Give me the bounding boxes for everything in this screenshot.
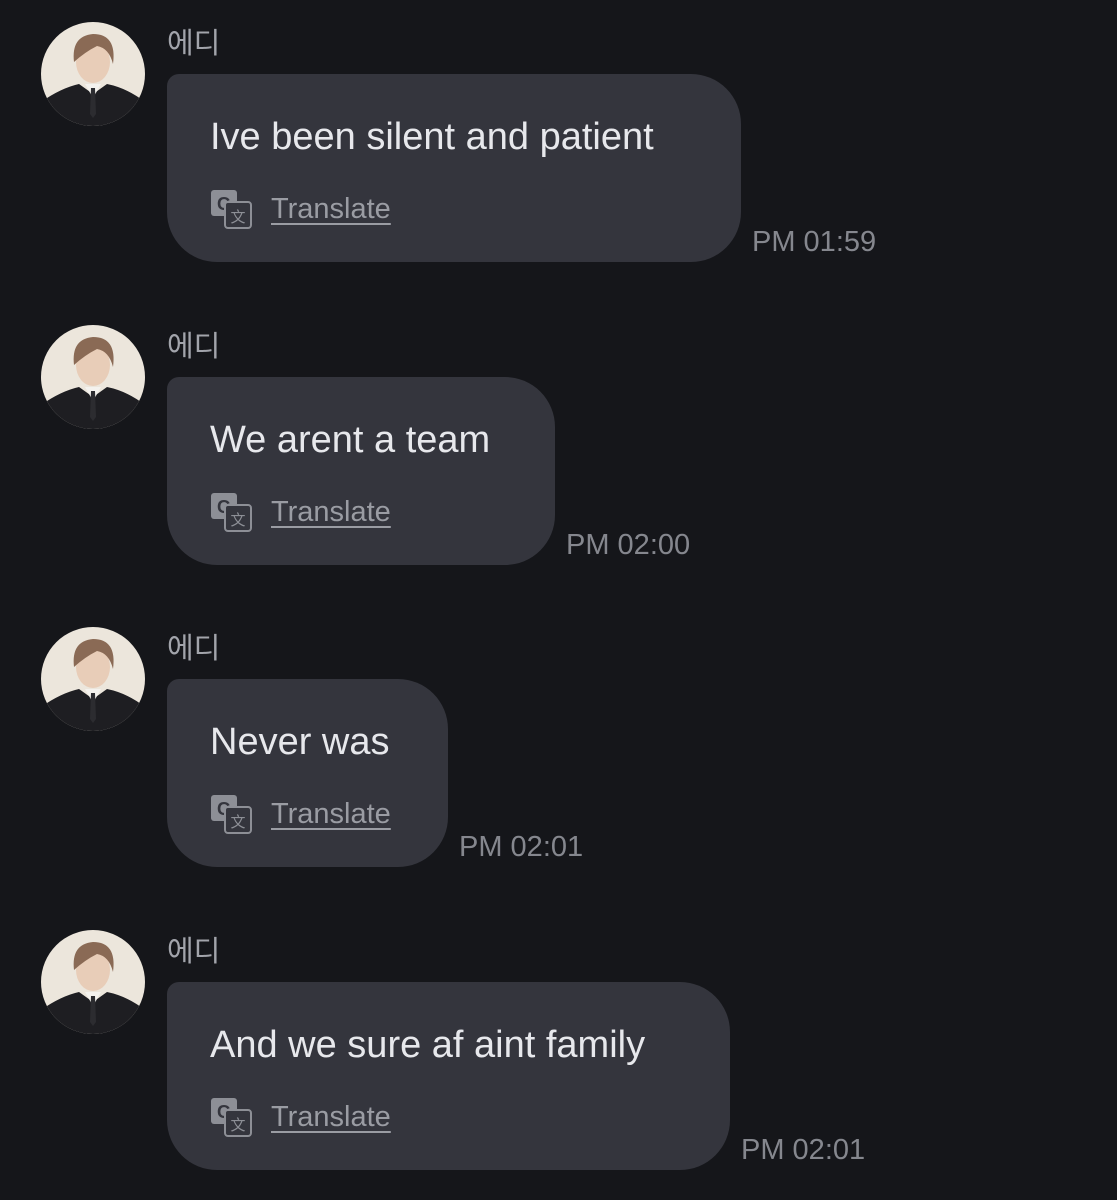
message-group: 에디 Never was G 文 Translate PM 02:01 — [0, 605, 1117, 867]
translate-label: Translate — [271, 797, 391, 830]
translate-button[interactable]: G 文 Translate — [210, 1097, 391, 1137]
message-bubble[interactable]: Ive been silent and patient G 文 Translat… — [167, 74, 741, 262]
translate-label: Translate — [271, 192, 391, 225]
translate-label: Translate — [271, 1100, 391, 1133]
translate-button[interactable]: G 文 Translate — [210, 794, 391, 834]
svg-text:文: 文 — [230, 1116, 245, 1134]
translate-icon: G 文 — [211, 493, 252, 532]
translate-label: Translate — [271, 495, 391, 528]
message-time: PM 02:00 — [566, 529, 691, 561]
message-text: And we sure af aint family — [210, 1024, 646, 1066]
profile-photo-icon — [41, 325, 145, 429]
sender-name: 에디 — [167, 631, 221, 665]
translate-icon: G 文 — [211, 795, 252, 834]
sender-name: 에디 — [167, 329, 221, 363]
translate-icon: G 文 — [211, 1098, 252, 1137]
message-group: 에디 Ive been silent and patient G 文 Trans… — [0, 0, 1117, 262]
profile-photo-icon — [41, 627, 145, 731]
avatar[interactable] — [41, 930, 145, 1034]
sender-name: 에디 — [167, 934, 221, 968]
profile-photo-icon — [41, 22, 145, 126]
message-time: PM 01:59 — [752, 226, 877, 258]
profile-photo-icon — [41, 930, 145, 1034]
message-time: PM 02:01 — [459, 831, 584, 863]
message-text: We arent a team — [210, 419, 491, 461]
sender-name: 에디 — [167, 26, 221, 60]
message-text: Ive been silent and patient — [210, 116, 654, 158]
message-time: PM 02:01 — [741, 1134, 866, 1166]
translate-icon: G 文 — [211, 190, 252, 229]
message-bubble[interactable]: And we sure af aint family G 文 Translate — [167, 982, 730, 1170]
svg-text:文: 文 — [230, 813, 245, 831]
svg-text:文: 文 — [230, 511, 245, 529]
message-bubble[interactable]: We arent a team G 文 Translate — [167, 377, 555, 565]
translate-button[interactable]: G 文 Translate — [210, 492, 391, 532]
message-group: 에디 And we sure af aint family G 文 Transl… — [0, 908, 1117, 1170]
svg-text:文: 文 — [230, 208, 245, 226]
message-bubble[interactable]: Never was G 文 Translate — [167, 679, 448, 867]
avatar[interactable] — [41, 22, 145, 126]
translate-button[interactable]: G 文 Translate — [210, 189, 391, 229]
message-group: 에디 We arent a team G 文 Translate PM 02:0… — [0, 303, 1117, 565]
message-text: Never was — [210, 721, 390, 763]
avatar[interactable] — [41, 627, 145, 731]
avatar[interactable] — [41, 325, 145, 429]
